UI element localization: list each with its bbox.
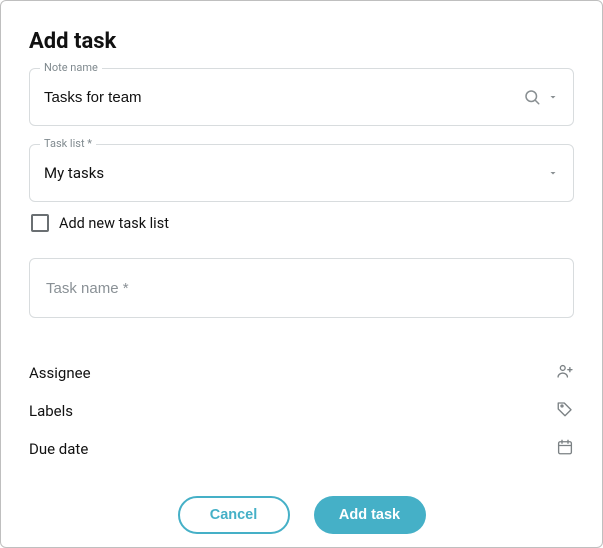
labels-label: Labels — [29, 402, 73, 420]
note-name-field[interactable]: Note name — [29, 68, 574, 126]
cancel-button[interactable]: Cancel — [178, 496, 290, 534]
add-new-task-list-checkbox[interactable] — [31, 214, 49, 232]
labels-row[interactable]: Labels — [29, 392, 574, 430]
calendar-icon[interactable] — [556, 438, 574, 460]
chevron-down-icon[interactable] — [547, 167, 559, 179]
dialog-title: Add task — [29, 29, 574, 54]
note-name-label: Note name — [40, 61, 102, 75]
add-new-task-list-label: Add new task list — [59, 215, 169, 232]
chevron-down-icon[interactable] — [547, 91, 559, 103]
task-list-value: My tasks — [44, 164, 547, 182]
due-date-row[interactable]: Due date — [29, 430, 574, 468]
add-new-task-list-row[interactable]: Add new task list — [31, 214, 574, 232]
task-list-field[interactable]: Task list * My tasks — [29, 144, 574, 202]
note-name-input[interactable] — [44, 89, 523, 106]
dialog-actions: Cancel Add task — [29, 496, 574, 534]
assignee-row[interactable]: Assignee — [29, 354, 574, 392]
assignee-label: Assignee — [29, 364, 91, 382]
task-name-input[interactable] — [44, 279, 559, 298]
add-task-button[interactable]: Add task — [314, 496, 426, 534]
add-task-dialog: Add task Note name Task list * My tasks … — [0, 0, 603, 548]
search-icon[interactable] — [523, 88, 541, 106]
due-date-label: Due date — [29, 440, 88, 458]
tag-icon[interactable] — [556, 400, 574, 422]
meta-list: Assignee Labels Due date — [29, 354, 574, 468]
task-name-field[interactable] — [29, 258, 574, 318]
person-add-icon[interactable] — [556, 362, 574, 384]
task-list-label: Task list * — [40, 137, 96, 151]
